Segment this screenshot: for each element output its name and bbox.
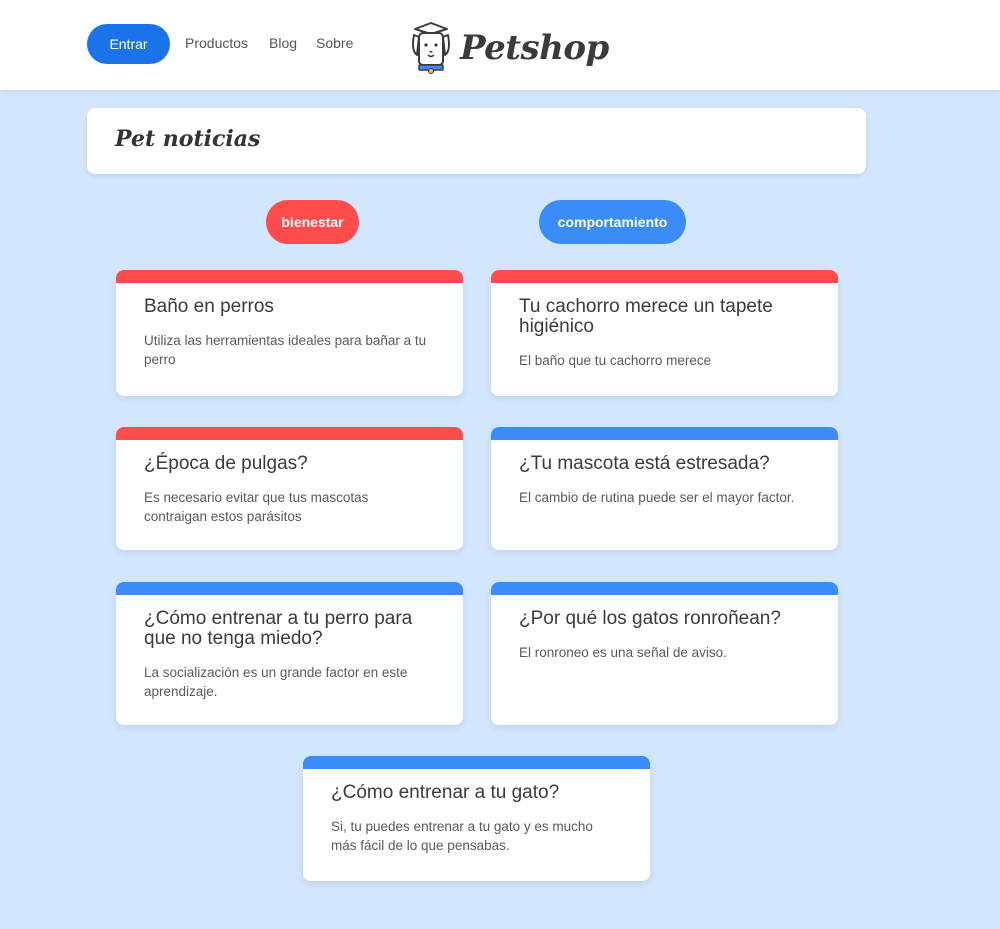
- card-category-bar: [491, 427, 838, 440]
- news-card[interactable]: ¿Cómo entrenar a tu perro para que no te…: [116, 582, 463, 725]
- logo-text: Petshop: [460, 28, 609, 68]
- login-button[interactable]: Entrar: [87, 24, 170, 64]
- card-description: Utiliza las herramientas ideales para ba…: [144, 333, 427, 367]
- card-category-bar: [303, 756, 650, 769]
- card-description: El ronroneo es una señal de aviso.: [519, 645, 727, 660]
- card-category-bar: [116, 427, 463, 440]
- card-title: ¿Tu mascota está estresada?: [519, 453, 770, 474]
- card-description: El baño que tu cachorro merece: [519, 353, 712, 368]
- nav-link-sobre[interactable]: Sobre: [316, 35, 353, 51]
- card-title: ¿Por qué los gatos ronroñean?: [519, 608, 781, 629]
- category-bienestar-button[interactable]: bienestar: [266, 200, 359, 244]
- card-description: La socialización es un grande factor en …: [144, 665, 408, 699]
- card-category-bar: [116, 270, 463, 283]
- news-card[interactable]: ¿Tu mascota está estresada? El cambio de…: [491, 427, 838, 550]
- page-title: Pet noticias: [115, 126, 261, 152]
- news-card[interactable]: ¿Época de pulgas? Es necesario evitar qu…: [116, 427, 463, 550]
- card-description: El cambio de rutina puede ser el mayor f…: [519, 490, 795, 505]
- news-card[interactable]: Baño en perros Utiliza las herramientas …: [116, 270, 463, 396]
- card-description: Es necesario evitar que tus mascotas con…: [144, 490, 369, 524]
- dog-logo-icon: [412, 22, 450, 74]
- nav-link-blog[interactable]: Blog: [269, 35, 297, 51]
- nav-link-productos[interactable]: Productos: [185, 35, 248, 51]
- card-title: ¿Cómo entrenar a tu perro para que no te…: [144, 608, 413, 649]
- news-card[interactable]: ¿Por qué los gatos ronroñean? El ronrone…: [491, 582, 838, 725]
- card-title: Baño en perros: [144, 296, 274, 317]
- news-card[interactable]: ¿Cómo entrenar a tu gato? Si, tu puedes …: [303, 756, 650, 881]
- card-title: Tu cachorro merece un tapete higiénico: [519, 296, 773, 337]
- card-title: ¿Época de pulgas?: [144, 453, 308, 474]
- card-category-bar: [491, 582, 838, 595]
- site-header: Entrar Productos Blog Sobre Petshop: [0, 0, 1000, 90]
- card-category-bar: [116, 582, 463, 595]
- news-card[interactable]: Tu cachorro merece un tapete higiénico E…: [491, 270, 838, 396]
- category-comportamiento-button[interactable]: comportamiento: [539, 200, 686, 244]
- card-description: Si, tu puedes entrenar a tu gato y es mu…: [331, 819, 593, 853]
- card-title: ¿Cómo entrenar a tu gato?: [331, 782, 560, 803]
- page-title-card: Pet noticias: [87, 108, 866, 174]
- card-category-bar: [491, 270, 838, 283]
- site-logo[interactable]: Petshop: [410, 18, 609, 78]
